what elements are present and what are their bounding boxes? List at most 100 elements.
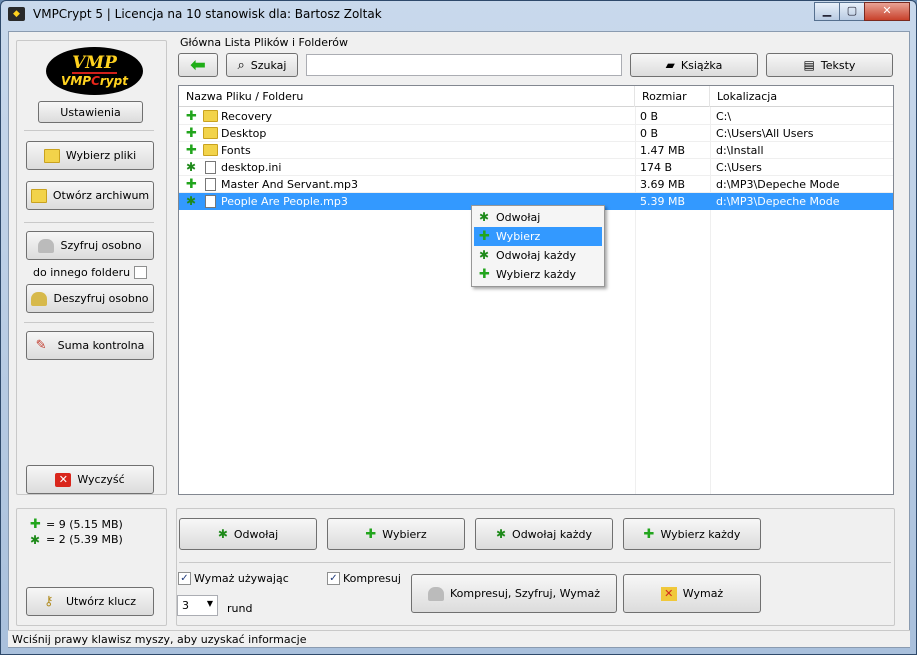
menu-item-select[interactable]: ✚ Wybierz	[474, 227, 602, 246]
cancel-button[interactable]: ✱ Odwołaj	[179, 518, 317, 550]
wipe-button[interactable]: ✕ Wymaż	[623, 574, 761, 613]
cell-size: 174 B	[640, 161, 673, 174]
stats-plus: = 9 (5.15 MB)	[46, 518, 123, 531]
select-button[interactable]: ✚ Wybierz	[327, 518, 465, 550]
logo-vmp: VMP	[61, 73, 92, 88]
table-row[interactable]: ✚ Master And Servant.mp3 3.69 MB d:\MP3\Dep…	[179, 176, 893, 193]
to-other-folder-label: do innego folderu	[33, 266, 131, 279]
plus-icon: ✚	[365, 526, 377, 542]
cancel-all-icon: ✱	[479, 248, 490, 262]
column-header-name[interactable]: Nazwa Pliku / Folderu	[179, 86, 635, 107]
cancel-all-icon: ✱	[495, 527, 507, 541]
file-icon	[205, 195, 216, 208]
wipe-using-checkbox[interactable]: ✓	[178, 572, 191, 585]
divider	[24, 130, 154, 131]
cell-loc: C:\	[716, 110, 732, 123]
folder-icon	[203, 127, 218, 139]
plus-icon: ✚	[186, 126, 197, 141]
app-window: ◆ VMPCrypt 5 | Licencja na 10 stanowisk …	[0, 0, 917, 655]
to-other-folder-checkbox[interactable]	[134, 266, 147, 279]
folder-icon	[203, 110, 218, 122]
cell-loc: C:\Users\All Users	[716, 127, 814, 140]
cancel-mark-icon: ✱	[479, 210, 490, 224]
wipe-using-label: Wymaż używając	[194, 572, 289, 585]
plus-icon: ✚	[186, 109, 197, 124]
list-header: Nazwa Pliku / Folderu Rozmiar Lokalizacj…	[179, 86, 893, 107]
encrypt-separately-button[interactable]: Szyfruj osobno	[26, 231, 154, 260]
cell-loc: d:\MP3\Depeche Mode	[716, 195, 840, 208]
plus-all-icon: ✚	[479, 267, 490, 282]
file-list[interactable]: Nazwa Pliku / Folderu Rozmiar Lokalizacj…	[178, 85, 894, 495]
book-button[interactable]: ▰ Książka	[630, 53, 758, 77]
open-archive-button[interactable]: Otwórz archiwum	[26, 181, 154, 210]
book-icon: ▰	[665, 58, 675, 72]
cancel-mark-icon: ✱	[217, 527, 228, 541]
plus-all-icon: ✚	[643, 526, 655, 542]
table-row[interactable]: ✚ Fonts 1.47 MB d:\Install	[179, 142, 893, 159]
divider	[24, 322, 154, 323]
main-client-area: VMP VMPCrypt Ustawienia Wybierz pliki Ot…	[8, 31, 910, 648]
cell-size: 0 B	[640, 127, 659, 140]
stamp-icon: ✎	[35, 337, 47, 353]
cell-name: Desktop	[221, 127, 267, 140]
cancel-mark-icon: ✱	[186, 160, 197, 174]
folder-icon	[203, 144, 218, 156]
decrypt-separately-button[interactable]: Deszyfruj osobno	[26, 284, 154, 313]
select-all-button[interactable]: ✚ Wybierz każdy	[623, 518, 761, 550]
settings-button[interactable]: Ustawienia	[38, 101, 143, 123]
table-row[interactable]: ✱ desktop.ini 174 B C:\Users	[179, 159, 893, 176]
stats-x: = 2 (5.39 MB)	[46, 533, 123, 546]
cell-name: Master And Servant.mp3	[221, 178, 359, 191]
key-icon: ⚷	[43, 593, 54, 609]
window-title: VMPCrypt 5 | Licencja na 10 stanowisk dl…	[33, 7, 382, 21]
search-icon: ⌕	[237, 57, 245, 73]
cancel-mark-icon: ✱	[186, 194, 197, 208]
maximize-button[interactable]: ▢	[839, 2, 865, 21]
plus-icon: ✚	[186, 143, 197, 158]
archive-key-icon	[30, 188, 47, 203]
select-files-button[interactable]: Wybierz pliki	[26, 141, 154, 170]
cell-size: 3.69 MB	[640, 178, 686, 191]
document-icon: ▤	[803, 58, 815, 72]
divider	[179, 562, 891, 563]
file-icon	[205, 178, 216, 191]
minimize-button[interactable]: ▁	[814, 2, 840, 21]
back-button[interactable]: ⬅	[178, 53, 218, 77]
texts-button[interactable]: ▤ Teksty	[766, 53, 893, 77]
column-header-size[interactable]: Rozmiar	[635, 86, 710, 107]
checksum-button[interactable]: ✎ Suma kontrolna	[26, 331, 154, 360]
plus-icon: ✚	[479, 229, 490, 244]
folder-icon	[43, 148, 60, 163]
column-header-location[interactable]: Lokalizacja	[710, 86, 893, 107]
compress-encrypt-wipe-button[interactable]: Kompresuj, Szyfruj, Wymaż	[411, 574, 617, 613]
cell-name: desktop.ini	[221, 161, 282, 174]
context-menu: ✱ Odwołaj ✚ Wybierz ✱ Odwołaj każdy ✚ Wybier…	[471, 205, 605, 287]
app-icon: ◆	[8, 7, 25, 21]
table-row[interactable]: ✚ Recovery 0 B C:\	[179, 108, 893, 125]
group-label: Główna Lista Plików i Folderów	[180, 36, 349, 49]
divider	[24, 222, 154, 223]
red-x-icon: ✕	[55, 472, 72, 487]
clear-button[interactable]: ✕ Wyczyść	[26, 465, 154, 494]
cell-name: Recovery	[221, 110, 273, 123]
chevron-down-icon: ▼	[206, 599, 213, 608]
cell-name: Fonts	[221, 144, 251, 157]
cancel-mark-icon: ✱	[30, 533, 41, 547]
search-button[interactable]: ⌕ Szukaj	[226, 53, 298, 77]
plus-icon: ✚	[186, 177, 197, 192]
menu-item-cancel[interactable]: ✱ Odwołaj	[474, 208, 602, 227]
rounds-select[interactable]: 3 ▼	[177, 595, 218, 616]
compress-checkbox[interactable]: ✓	[327, 572, 340, 585]
close-button[interactable]: ✕	[864, 2, 910, 21]
menu-item-cancel-all[interactable]: ✱ Odwołaj każdy	[474, 246, 602, 265]
search-input[interactable]	[306, 54, 622, 76]
arrow-left-icon: ⬅	[190, 54, 206, 76]
plus-icon: ✚	[30, 517, 41, 532]
table-row[interactable]: ✚ Desktop 0 B C:\Users\All Users	[179, 125, 893, 142]
app-logo: VMP VMPCrypt	[46, 47, 143, 95]
menu-item-select-all[interactable]: ✚ Wybierz każdy	[474, 265, 602, 284]
cell-loc: d:\MP3\Depeche Mode	[716, 178, 840, 191]
cell-size: 0 B	[640, 110, 659, 123]
cancel-all-button[interactable]: ✱ Odwołaj każdy	[475, 518, 613, 550]
create-key-button[interactable]: ⚷ Utwórz klucz	[26, 587, 154, 616]
